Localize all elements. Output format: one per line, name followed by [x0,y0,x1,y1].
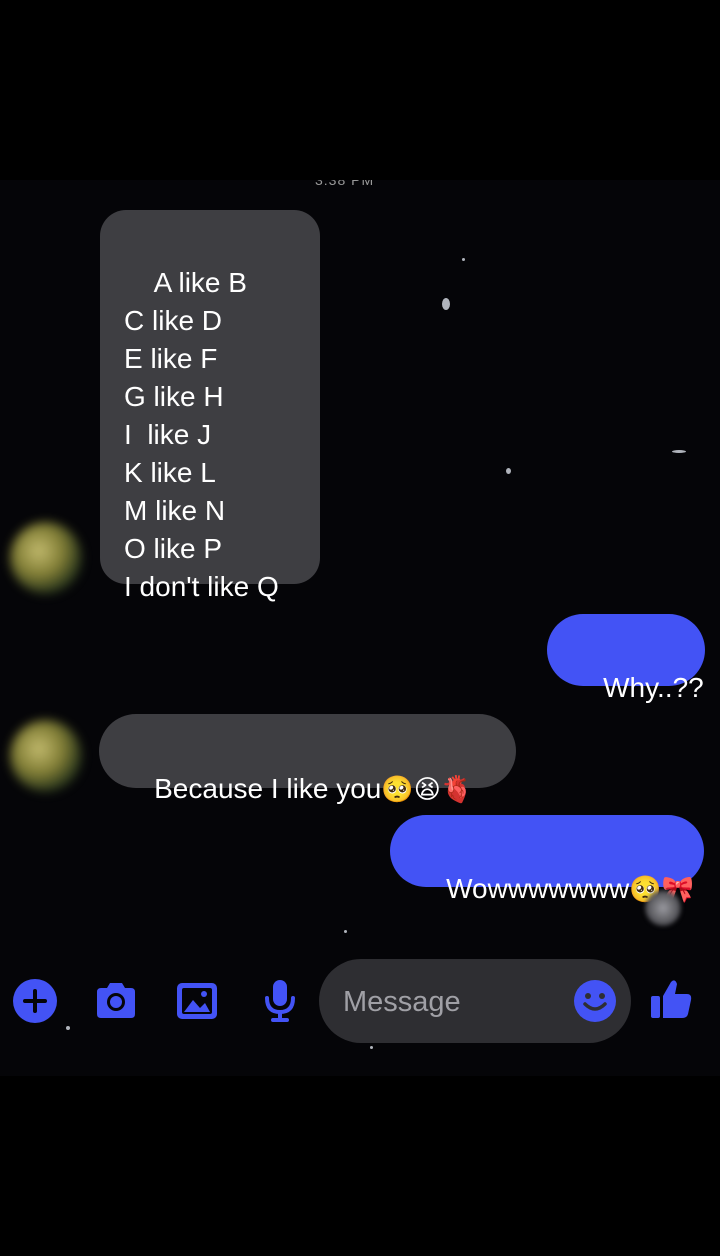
background-speck [370,1046,373,1049]
message-input-placeholder: Message [343,986,461,1018]
incoming-message-bubble[interactable]: Because I like you🥺😫🫀 [99,714,516,804]
sender-avatar[interactable] [10,522,82,594]
message-text: Why..?? [603,672,704,703]
thumbs-up-icon[interactable] [647,975,695,1023]
plus-circle-icon[interactable] [11,977,59,1025]
outgoing-message-bubble[interactable]: Wowwwwwww🥺🎀 [390,815,704,904]
emoji-icon[interactable] [573,979,617,1023]
status-time: 3:38 PM [315,180,375,188]
background-speck [442,298,450,310]
message-input[interactable]: Message [319,959,631,1043]
background-speck [462,258,465,261]
background-speck [344,930,347,933]
chat-screen: 3:38 PM A like B C like D E like F G lik… [0,180,720,1076]
sender-avatar[interactable] [10,720,82,792]
message-text: Because I like you [154,773,382,804]
message-emojis: 🥺😫🫀 [381,774,474,804]
image-icon[interactable] [173,977,221,1025]
camera-icon[interactable] [92,977,140,1025]
incoming-message-bubble[interactable]: A like B C like D E like F G like H I li… [100,210,320,602]
outgoing-message-bubble[interactable]: Why..?? [547,614,705,703]
background-speck [66,1026,70,1030]
background-speck [506,468,511,474]
message-text: A like B C like D E like F G like H I li… [124,267,279,602]
seen-avatar [645,890,681,926]
microphone-icon[interactable] [256,977,304,1025]
message-text: Wowwwwwww [446,873,630,904]
background-speck [672,450,686,453]
